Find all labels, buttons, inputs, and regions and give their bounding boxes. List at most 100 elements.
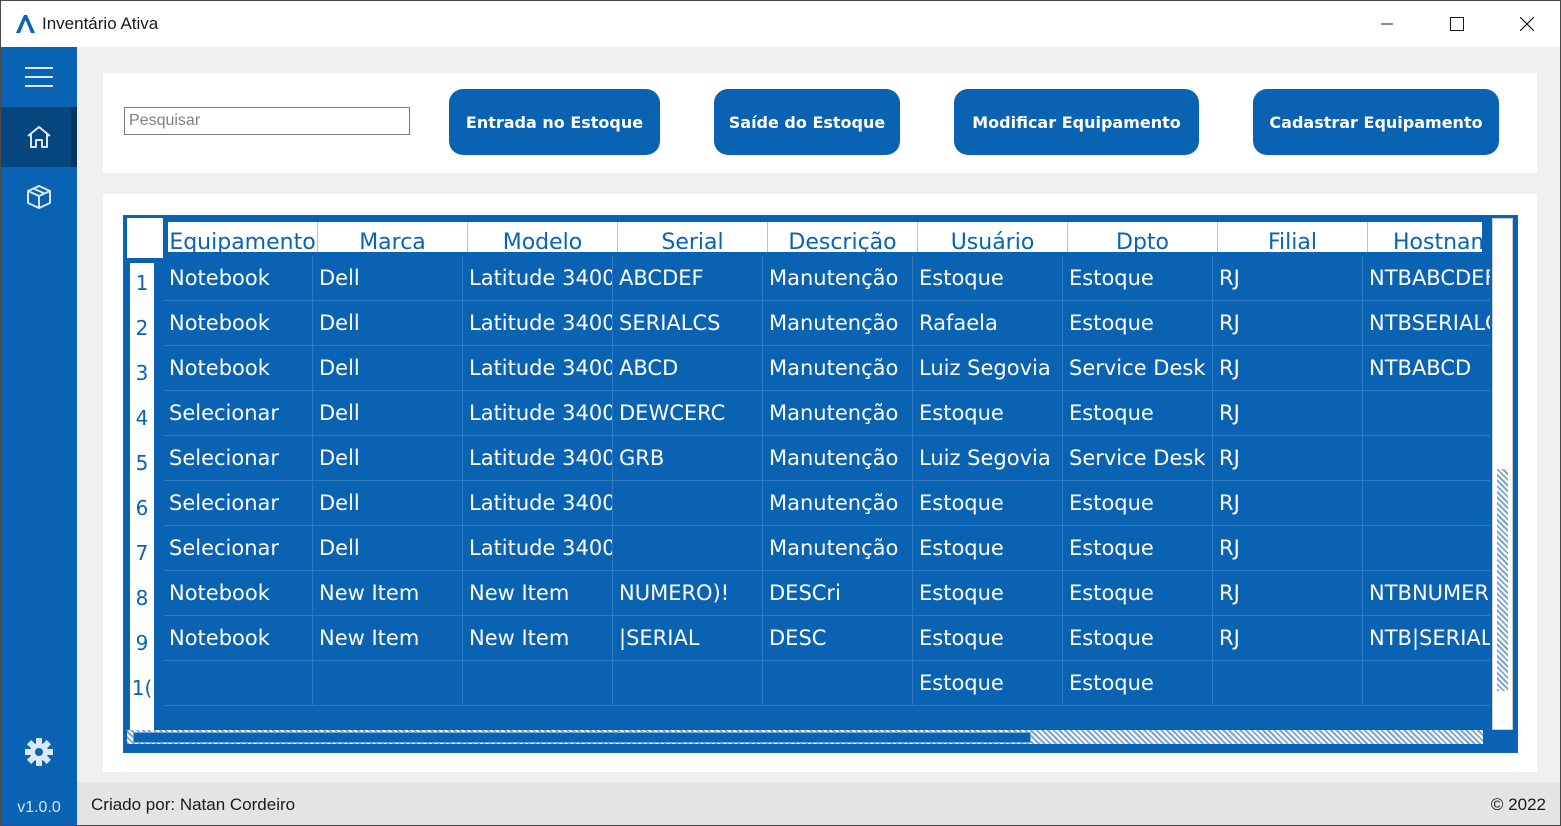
table-cell[interactable]: Estoque — [914, 256, 1063, 300]
table-cell[interactable]: Notebook — [164, 256, 313, 300]
table-cell[interactable]: Rafaela — [914, 301, 1063, 345]
column-header[interactable]: Filial — [1218, 222, 1368, 252]
table-cell[interactable] — [1364, 661, 1490, 705]
table-cell[interactable]: Latitude 3400 — [464, 481, 613, 525]
row-number[interactable]: 2 — [130, 316, 154, 340]
table-cell[interactable]: Estoque — [914, 571, 1063, 615]
row-number[interactable]: 4 — [130, 406, 154, 430]
table-cell[interactable]: NTBABCDEF — [1364, 256, 1490, 300]
table-cell[interactable]: Manutenção — [764, 256, 913, 300]
table-cell[interactable]: Manutenção — [764, 346, 913, 390]
table-cell[interactable]: New Item — [314, 616, 463, 660]
table-cell[interactable]: Dell — [314, 301, 463, 345]
table-cell[interactable]: Dell — [314, 346, 463, 390]
table-cell[interactable]: Manutenção — [764, 301, 913, 345]
row-number[interactable]: 1 — [130, 271, 154, 295]
sidebar-item-inventory[interactable] — [1, 167, 77, 227]
table-cell[interactable]: Selecionar — [164, 436, 313, 480]
table-cell[interactable] — [464, 661, 613, 705]
table-cell[interactable]: Estoque — [1064, 526, 1213, 570]
stock-entry-button[interactable]: Entrada no Estoque — [449, 89, 660, 155]
table-cell[interactable]: Estoque — [914, 481, 1063, 525]
table-cell[interactable]: Notebook — [164, 301, 313, 345]
table-cell[interactable]: DESC — [764, 616, 913, 660]
modify-equipment-button[interactable]: Modificar Equipamento — [954, 89, 1199, 155]
table-cell[interactable]: Dell — [314, 436, 463, 480]
table-cell[interactable]: Estoque — [1064, 481, 1213, 525]
table-cell[interactable]: NTBNUMER — [1364, 571, 1490, 615]
table-cell[interactable]: Latitude 3400 — [464, 526, 613, 570]
table-cell[interactable] — [1364, 436, 1490, 480]
table-cell[interactable]: Estoque — [1064, 301, 1213, 345]
column-header[interactable]: Equipamento — [168, 222, 318, 252]
table-cell[interactable]: DESCri — [764, 571, 913, 615]
row-number[interactable]: 7 — [130, 541, 154, 565]
table-row[interactable]: Estoque Estoque — [164, 661, 1490, 706]
table-cell[interactable]: ABCDEF — [614, 256, 763, 300]
table-cell[interactable]: Estoque — [914, 616, 1063, 660]
table-cell[interactable]: Luiz Segovia — [914, 346, 1063, 390]
table-cell[interactable]: Estoque — [914, 391, 1063, 435]
table-cell[interactable]: RJ — [1214, 481, 1363, 525]
table-row[interactable]: Notebook Dell Latitude 3400 SERIALCS Manuten… — [164, 301, 1490, 346]
table-cell[interactable]: NUMERO)! — [614, 571, 763, 615]
table-cell[interactable] — [1364, 526, 1490, 570]
column-header[interactable]: Modelo — [468, 222, 618, 252]
table-cell[interactable] — [164, 661, 313, 705]
table-row[interactable]: Selecionar Dell Latitude 3400 DEWCERC Manute… — [164, 391, 1490, 436]
table-cell[interactable]: RJ — [1214, 616, 1363, 660]
table-cell[interactable]: Service Desk — [1064, 346, 1213, 390]
table-cell[interactable]: SERIALCS — [614, 301, 763, 345]
row-number[interactable]: 3 — [130, 361, 154, 385]
table-cell[interactable]: Manutenção — [764, 436, 913, 480]
column-header[interactable]: Hostnam — [1368, 222, 1482, 252]
table-row[interactable]: Selecionar Dell Latitude 3400 Manutenção Est… — [164, 481, 1490, 526]
table-cell[interactable] — [314, 661, 463, 705]
table-cell[interactable]: Estoque — [1064, 391, 1213, 435]
vertical-scroll-thumb[interactable] — [1497, 469, 1508, 691]
table-cell[interactable]: Service Desk — [1064, 436, 1213, 480]
table-cell[interactable]: New Item — [464, 616, 613, 660]
vertical-scrollbar[interactable] — [1492, 218, 1513, 730]
table-cell[interactable]: Estoque — [1064, 571, 1213, 615]
table-cell[interactable] — [1364, 391, 1490, 435]
table-cell[interactable]: |SERIAL — [614, 616, 763, 660]
table-cell[interactable]: Latitude 3400 — [464, 391, 613, 435]
table-cell[interactable] — [614, 526, 763, 570]
grid-corner[interactable] — [127, 218, 163, 258]
table-cell[interactable]: NTBABCD — [1364, 346, 1490, 390]
table-cell[interactable] — [764, 661, 913, 705]
table-cell[interactable]: RJ — [1214, 436, 1363, 480]
table-cell[interactable] — [1364, 481, 1490, 525]
table-cell[interactable]: Latitude 3400 — [464, 346, 613, 390]
table-row[interactable]: Notebook New Item New Item |SERIAL DESC Estoq… — [164, 616, 1490, 661]
table-cell[interactable]: Estoque — [1064, 616, 1213, 660]
row-number[interactable]: 8 — [130, 586, 154, 610]
table-row[interactable]: Selecionar Dell Latitude 3400 Manutenção Est… — [164, 526, 1490, 571]
column-header[interactable]: Usuário — [918, 222, 1068, 252]
table-row[interactable]: Notebook Dell Latitude 3400 ABCD Manutenção L… — [164, 346, 1490, 391]
table-cell[interactable]: Estoque — [1064, 661, 1213, 705]
table-cell[interactable]: RJ — [1214, 391, 1363, 435]
title-bar[interactable]: Inventário Ativa — [1, 1, 1560, 47]
table-cell[interactable]: Estoque — [1064, 256, 1213, 300]
table-cell[interactable]: NTB|SERIAL — [1364, 616, 1490, 660]
table-cell[interactable]: DEWCERC — [614, 391, 763, 435]
table-cell[interactable]: NTBSERIALC — [1364, 301, 1490, 345]
row-number[interactable]: 6 — [130, 496, 154, 520]
table-cell[interactable]: New Item — [464, 571, 613, 615]
table-row[interactable]: Selecionar Dell Latitude 3400 GRB Manutenção… — [164, 436, 1490, 481]
table-cell[interactable]: Manutenção — [764, 481, 913, 525]
table-row[interactable]: Notebook Dell Latitude 3400 ABCDEF Manutençã… — [164, 256, 1490, 301]
inventory-grid[interactable]: Equipamento Marca Modelo Serial Descrição Usu… — [123, 215, 1518, 753]
table-cell[interactable]: Dell — [314, 256, 463, 300]
table-cell[interactable]: Manutenção — [764, 526, 913, 570]
table-cell[interactable]: RJ — [1214, 346, 1363, 390]
table-cell[interactable]: RJ — [1214, 526, 1363, 570]
table-row[interactable]: Notebook New Item New Item NUMERO)! DESCri Es… — [164, 571, 1490, 616]
table-cell[interactable]: Dell — [314, 481, 463, 525]
table-cell[interactable]: RJ — [1214, 256, 1363, 300]
table-cell[interactable]: Notebook — [164, 346, 313, 390]
horizontal-scrollbar[interactable] — [127, 730, 1483, 744]
column-header[interactable]: Descrição — [768, 222, 918, 252]
